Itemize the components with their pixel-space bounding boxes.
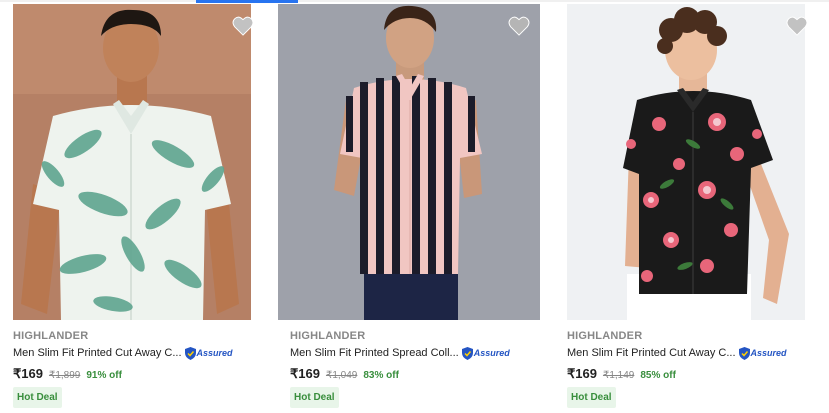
product-title-row: Men Slim Fit Printed Cut Away C... Assur…	[13, 345, 233, 361]
product-brand: HIGHLANDER	[13, 330, 89, 342]
wishlist-heart-icon[interactable]	[232, 16, 254, 36]
assured-badge: Assured	[461, 346, 510, 360]
selling-price: ₹169	[567, 366, 597, 381]
product-image[interactable]	[567, 4, 805, 320]
product-brand: HIGHLANDER	[567, 330, 643, 342]
product-title-row: Men Slim Fit Printed Cut Away C... Assur…	[567, 345, 787, 361]
assured-label: Assured	[750, 348, 787, 358]
product-title[interactable]: Men Slim Fit Printed Cut Away C...	[13, 347, 182, 359]
discount-percent: 83% off	[363, 370, 399, 381]
price-row: ₹169 ₹1,899 91% off	[13, 366, 122, 382]
product-card[interactable]: HIGHLANDER Men Slim Fit Printed Cut Away…	[13, 4, 277, 413]
selling-price: ₹169	[290, 366, 320, 381]
hot-deal-badge: Hot Deal	[290, 387, 339, 408]
product-brand: HIGHLANDER	[290, 330, 366, 342]
product-photo-striped-shirt	[278, 4, 540, 320]
hot-deal-badge: Hot Deal	[567, 387, 616, 408]
assured-badge: Assured	[738, 346, 787, 360]
original-price: ₹1,149	[602, 370, 635, 381]
original-price: ₹1,049	[325, 370, 358, 381]
product-card[interactable]: HIGHLANDER Men Slim Fit Printed Spread C…	[278, 4, 554, 413]
product-photo-tropical-shirt	[13, 4, 251, 320]
assured-label: Assured	[196, 348, 233, 358]
price-row: ₹169 ₹1,049 83% off	[290, 366, 399, 382]
wishlist-heart-icon[interactable]	[508, 16, 530, 36]
assured-badge: Assured	[184, 346, 233, 360]
discount-percent: 91% off	[86, 370, 122, 381]
product-grid-page: HIGHLANDER Men Slim Fit Printed Cut Away…	[0, 0, 829, 413]
product-title-row: Men Slim Fit Printed Spread Coll... Assu…	[290, 345, 510, 361]
product-title[interactable]: Men Slim Fit Printed Cut Away C...	[567, 347, 736, 359]
product-image[interactable]	[13, 4, 251, 320]
assured-label: Assured	[473, 348, 510, 358]
assured-shield-icon	[461, 346, 473, 360]
product-card[interactable]: HIGHLANDER Men Slim Fit Printed Cut Away…	[567, 4, 829, 413]
product-image[interactable]	[278, 4, 540, 320]
selling-price: ₹169	[13, 366, 43, 381]
product-photo-floral-shirt	[567, 4, 805, 320]
original-price: ₹1,899	[48, 370, 81, 381]
hot-deal-badge: Hot Deal	[13, 387, 62, 408]
product-title[interactable]: Men Slim Fit Printed Spread Coll...	[290, 347, 459, 359]
assured-shield-icon	[738, 346, 750, 360]
assured-shield-icon	[184, 346, 196, 360]
discount-percent: 85% off	[640, 370, 676, 381]
price-row: ₹169 ₹1,149 85% off	[567, 366, 676, 382]
product-grid: HIGHLANDER Men Slim Fit Printed Cut Away…	[0, 0, 829, 413]
wishlist-heart-icon[interactable]	[786, 16, 808, 36]
